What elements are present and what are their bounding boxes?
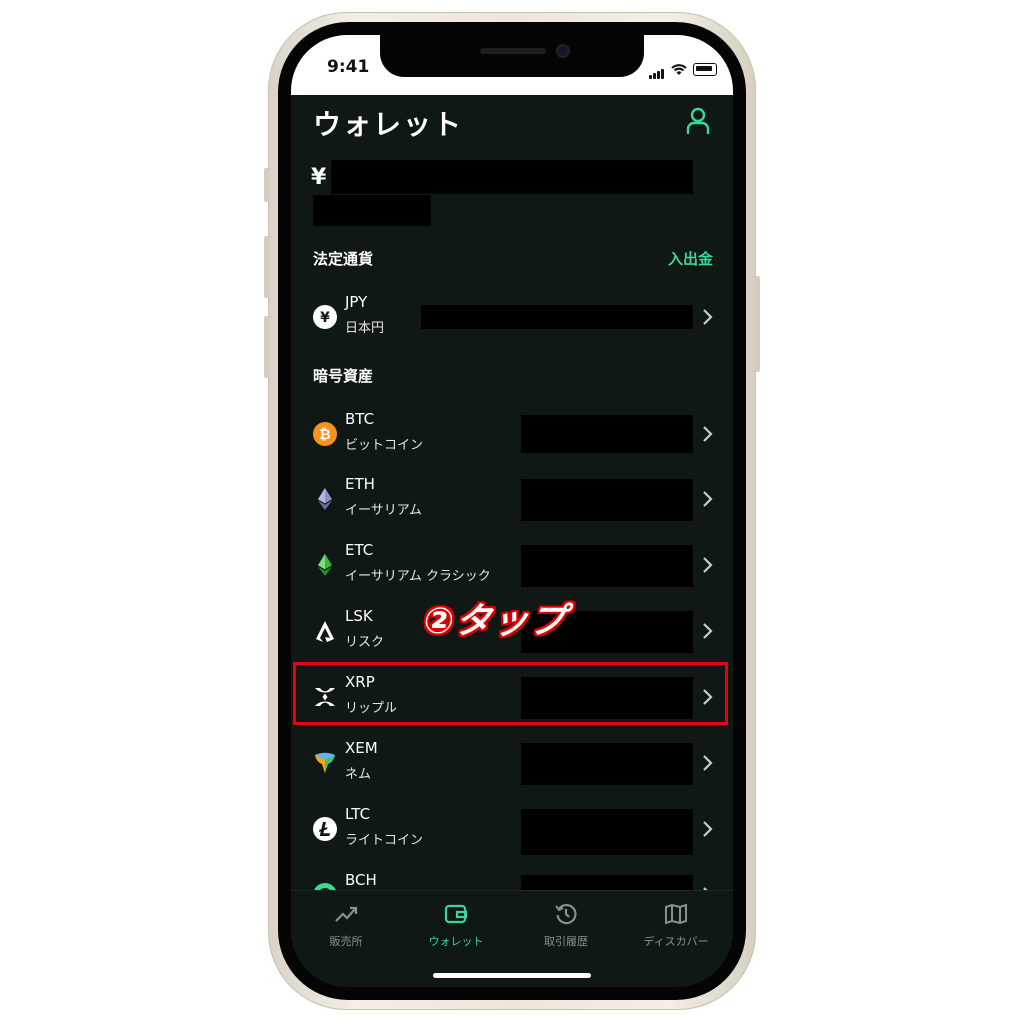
crypto-section-label: 暗号資産 (313, 367, 374, 385)
app-screen: 9:41 ウォレット ¥ 法定通貨 入出金 ¥ JPY 日本円 暗号資産 ₿ B… (291, 35, 733, 987)
amount-redacted (521, 809, 693, 855)
amount-redacted (521, 545, 693, 587)
volume-up-button (264, 236, 269, 298)
mute-switch (264, 168, 269, 202)
svg-text:¥: ¥ (320, 310, 330, 326)
tab-label: ウォレット (428, 935, 484, 948)
status-time: 9:41 (327, 57, 370, 77)
home-indicator (433, 973, 591, 978)
coin-symbol: XEM (345, 739, 378, 757)
balance-currency-symbol: ¥ (311, 165, 327, 190)
wallet-icon (444, 904, 468, 924)
coin-symbol: LSK (345, 607, 373, 625)
tab-label: 販売所 (329, 935, 363, 948)
coin-name: リスク (345, 635, 385, 650)
coin-name: ライトコイン (345, 833, 424, 848)
wallet-row-xem[interactable]: XEM ネム (291, 731, 733, 795)
chart-trend-icon (335, 906, 358, 922)
nem-icon (314, 752, 336, 774)
amount-redacted (521, 743, 693, 785)
page-title: ウォレット (313, 108, 464, 141)
tab-label: ディスカバー (643, 935, 709, 948)
fiat-section-label: 法定通貨 (313, 250, 374, 268)
front-camera (556, 44, 570, 58)
balance-sub-redacted (313, 195, 431, 226)
deposit-withdraw-link[interactable]: 入出金 (668, 248, 713, 269)
volume-down-button (264, 316, 269, 378)
balance-redacted (331, 160, 693, 194)
notch (380, 35, 644, 77)
wallet-row-eth[interactable]: ETH イーサリアム (291, 467, 733, 531)
tab-exchange[interactable]: 販売所 (291, 891, 401, 957)
ethereum-classic-icon (318, 554, 332, 576)
tab-label: 取引履歴 (544, 935, 588, 948)
wallet-row-btc[interactable]: ₿ BTC ビットコイン (291, 402, 733, 466)
tap-annotation: ②タップ (421, 601, 569, 642)
tab-discover[interactable]: ディスカバー (621, 891, 731, 957)
tab-wallet[interactable]: ウォレット (401, 891, 511, 957)
coin-symbol: ETH (345, 475, 375, 493)
coin-symbol: LTC (345, 805, 371, 823)
wallet-row-etc[interactable]: ETC イーサリアム クラシック (291, 533, 733, 597)
ethereum-icon (318, 488, 332, 510)
chevron-right-icon (703, 491, 713, 507)
chevron-right-icon (703, 821, 713, 837)
coin-name: 日本円 (345, 321, 385, 336)
coin-name: ネム (345, 767, 372, 782)
chevron-right-icon (703, 755, 713, 771)
coin-symbol: JPY (345, 293, 368, 311)
bitcoin-icon: ₿ (313, 422, 337, 446)
coin-symbol: BCH (345, 871, 377, 889)
amount-redacted (521, 415, 693, 453)
map-icon (665, 903, 687, 925)
coin-name: イーサリアム クラシック (345, 569, 491, 584)
amount-redacted (421, 305, 693, 329)
wifi-icon (671, 63, 687, 75)
chevron-right-icon (703, 557, 713, 573)
speaker (480, 48, 546, 54)
coin-symbol: BTC (345, 410, 375, 428)
chevron-right-icon (703, 623, 713, 639)
svg-text:₿: ₿ (319, 427, 330, 443)
tab-history[interactable]: 取引履歴 (511, 891, 621, 957)
signal-icon (649, 60, 665, 79)
chevron-right-icon (703, 426, 713, 442)
status-icons (649, 60, 717, 79)
coin-name: ビットコイン (345, 438, 424, 453)
status-bar: 9:41 (291, 35, 733, 95)
battery-icon (693, 63, 717, 76)
xrp-highlight-box (293, 662, 728, 725)
history-icon (555, 903, 577, 925)
amount-redacted (521, 479, 693, 521)
wallet-row-ltc[interactable]: LTC ライトコイン (291, 797, 733, 861)
power-button (755, 276, 760, 372)
account-icon[interactable] (685, 107, 711, 135)
yen-icon: ¥ (313, 305, 337, 329)
lisk-icon (316, 621, 334, 642)
coin-name: イーサリアム (345, 503, 422, 518)
wallet-row-jpy[interactable]: ¥ JPY 日本円 (291, 285, 733, 349)
litecoin-icon (313, 817, 337, 841)
chevron-right-icon (703, 309, 713, 325)
coin-symbol: ETC (345, 541, 374, 559)
